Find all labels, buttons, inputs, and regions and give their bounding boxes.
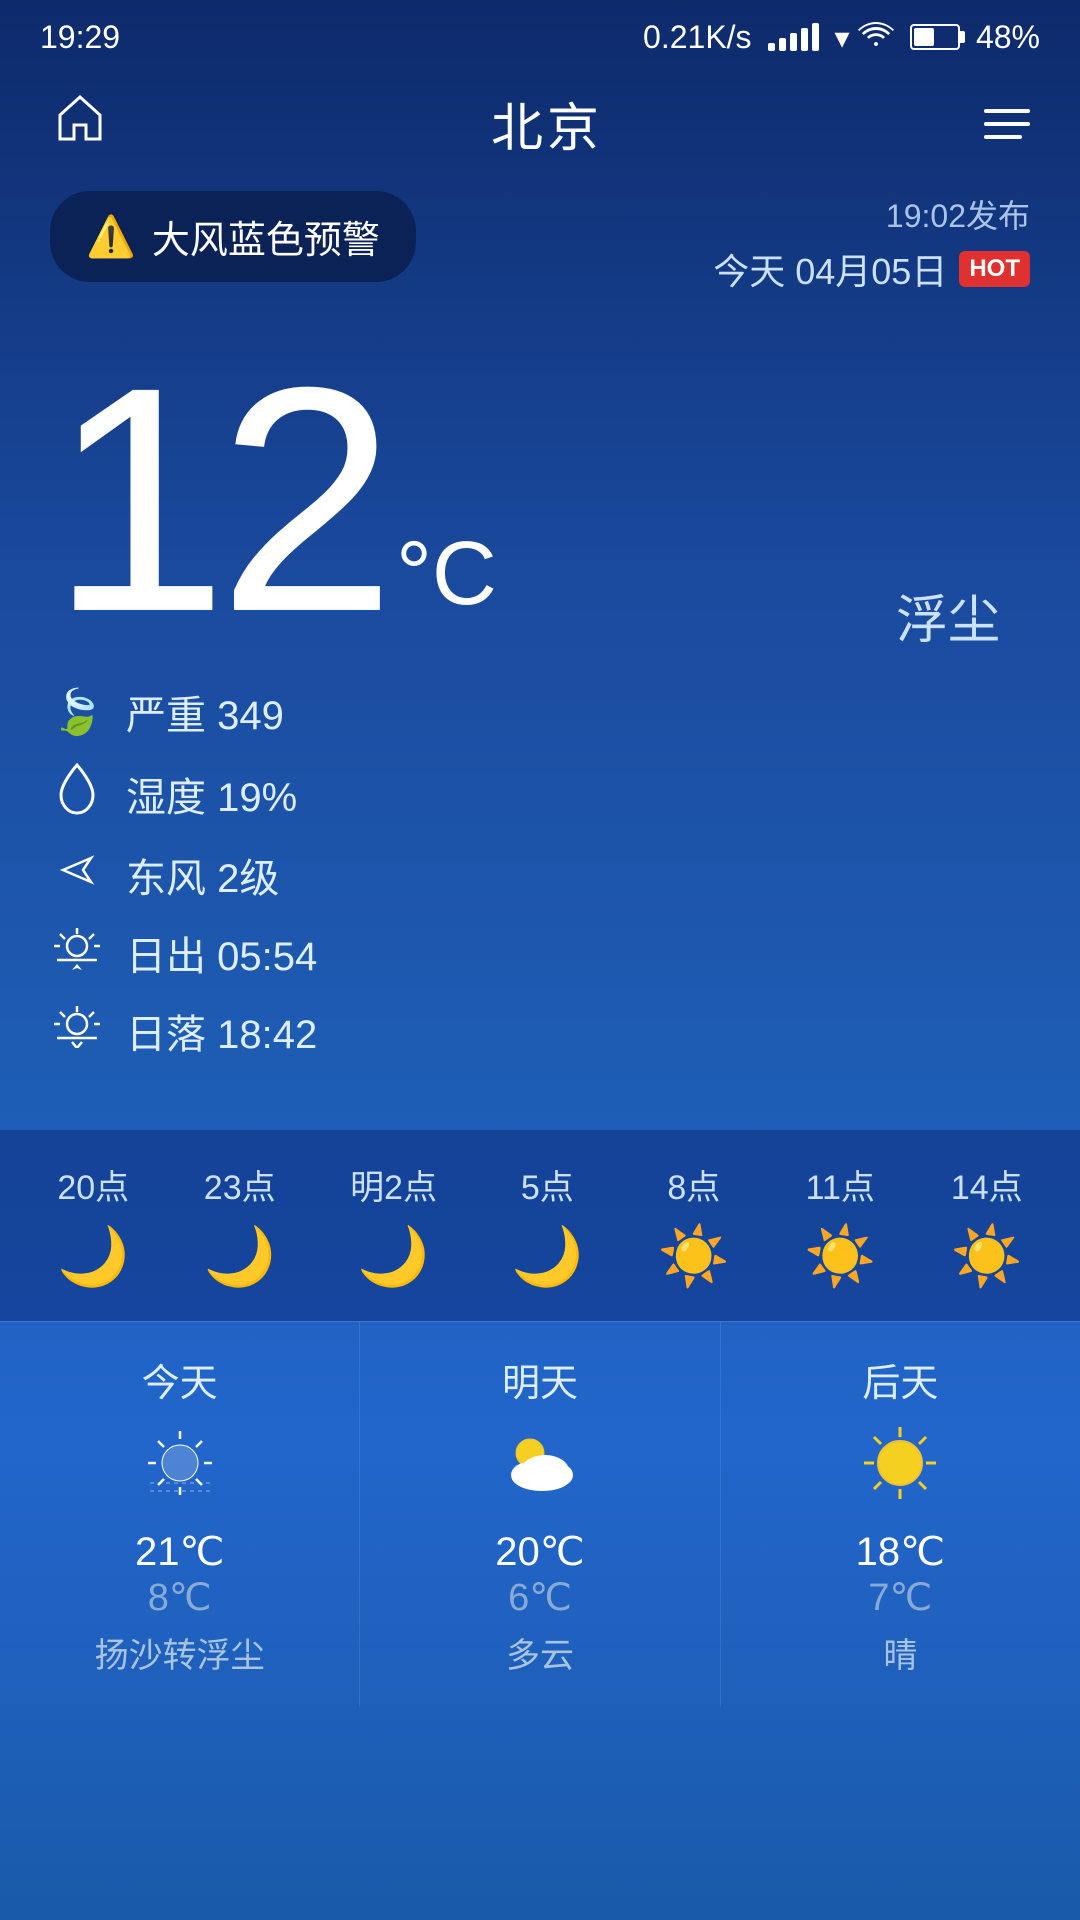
wind-icon xyxy=(50,848,104,903)
hour-item-1: 23点 🌙 xyxy=(204,1160,276,1291)
sunrise-row: 日出 05:54 xyxy=(50,924,1030,982)
forecast-day-after-icon xyxy=(741,1423,1060,1519)
moon-icon-0: 🌙 xyxy=(57,1223,129,1291)
battery-icon xyxy=(910,24,960,50)
sun-times-group: 日出 05:54 日落 18:42 xyxy=(50,924,1030,1060)
hour-item-5: 11点 ☀️ xyxy=(804,1160,876,1291)
forecast-tomorrow-low: 6℃ xyxy=(380,1575,699,1620)
alert-publish-time: 19:02发布 xyxy=(713,191,1030,237)
hour-item-2: 明2点 🌙 xyxy=(350,1160,437,1291)
moon-icon-3: 🌙 xyxy=(511,1223,583,1291)
forecast-today-high: 21℃ xyxy=(20,1529,339,1575)
nav-bar: 北京 xyxy=(0,66,1080,181)
three-day-forecast: 今天 21℃ 8℃ 扬沙转浮尘 明天 xyxy=(0,1321,1080,1707)
humidity-icon xyxy=(50,761,104,826)
wifi-icon: ▾ xyxy=(835,18,894,56)
signal-icon xyxy=(768,23,819,51)
humidity-text: 湿度 19% xyxy=(126,765,297,823)
forecast-today: 今天 21℃ 8℃ 扬沙转浮尘 xyxy=(0,1322,360,1707)
weather-description: 浮尘 xyxy=(896,578,1000,653)
weather-details: 🍃 严重 349 湿度 19% 东风 2级 xyxy=(0,663,1080,1110)
temperature-value: 12 xyxy=(50,355,386,643)
alert-date: 今天 04月05日 xyxy=(713,243,947,295)
sun-icon-6: ☀️ xyxy=(951,1223,1023,1291)
forecast-tomorrow-desc: 多云 xyxy=(380,1628,699,1677)
hour-label-5: 11点 xyxy=(806,1160,875,1209)
hot-badge: HOT xyxy=(959,251,1030,287)
sun-icon-4: ☀️ xyxy=(658,1223,730,1291)
hour-label-0: 20点 xyxy=(57,1160,129,1209)
temperature-unit: °C xyxy=(396,524,497,624)
hour-label-4: 8点 xyxy=(667,1160,720,1209)
forecast-day-after-desc: 晴 xyxy=(741,1628,1060,1677)
forecast-day-after-high: 18℃ xyxy=(741,1529,1060,1575)
forecast-tomorrow-icon xyxy=(380,1423,699,1519)
status-icons: 0.21K/s ▾ 48% xyxy=(643,18,1040,56)
forecast-day-after: 后天 18℃ 7℃ 晴 xyxy=(721,1322,1080,1707)
alert-badge[interactable]: ⚠️ 大风蓝色预警 xyxy=(50,191,416,282)
forecast-day-after-low: 7℃ xyxy=(741,1575,1060,1620)
forecast-today-icon xyxy=(20,1423,339,1519)
air-quality-row: 🍃 严重 349 xyxy=(50,683,1030,741)
wind-text: 东风 2级 xyxy=(126,846,279,904)
battery-percent: 48% xyxy=(976,19,1040,56)
air-quality-icon: 🍃 xyxy=(50,686,104,738)
hour-item-0: 20点 🌙 xyxy=(57,1160,129,1291)
alert-date-row: 今天 04月05日 HOT xyxy=(713,243,1030,295)
alert-text: 大风蓝色预警 xyxy=(152,209,380,264)
sunrise-icon xyxy=(50,926,104,981)
home-button[interactable] xyxy=(50,87,110,160)
hour-label-3: 5点 xyxy=(521,1160,574,1209)
alert-area: ⚠️ 大风蓝色预警 19:02发布 今天 04月05日 HOT xyxy=(0,181,1080,315)
wind-row: 东风 2级 xyxy=(50,846,1030,904)
hour-label-1: 23点 xyxy=(204,1160,276,1209)
forecast-today-low: 8℃ xyxy=(20,1575,339,1620)
sunset-text: 日落 18:42 xyxy=(126,1002,317,1060)
forecast-today-desc: 扬沙转浮尘 xyxy=(20,1628,339,1677)
hourly-forecast: 20点 🌙 23点 🌙 明2点 🌙 5点 🌙 8点 ☀️ 11点 ☀️ 14点 … xyxy=(0,1130,1080,1321)
sunrise-text: 日出 05:54 xyxy=(126,924,317,982)
hour-item-3: 5点 🌙 xyxy=(511,1160,583,1291)
temperature-section: 12°C 浮尘 xyxy=(0,315,1080,663)
sunset-icon xyxy=(50,1004,104,1059)
moon-icon-1: 🌙 xyxy=(204,1223,276,1291)
alert-time-area: 19:02发布 今天 04月05日 HOT xyxy=(713,191,1030,295)
humidity-row: 湿度 19% xyxy=(50,761,1030,826)
forecast-today-label: 今天 xyxy=(20,1352,339,1407)
forecast-tomorrow-label: 明天 xyxy=(380,1352,699,1407)
network-speed: 0.21K/s xyxy=(643,19,752,56)
sun-icon-5: ☀️ xyxy=(804,1223,876,1291)
menu-button[interactable] xyxy=(984,109,1030,139)
status-bar: 19:29 0.21K/s ▾ 48% xyxy=(0,0,1080,66)
city-label: 北京 xyxy=(491,86,603,161)
hour-item-4: 8点 ☀️ xyxy=(658,1160,730,1291)
hour-item-6: 14点 ☀️ xyxy=(951,1160,1023,1291)
sunset-row: 日落 18:42 xyxy=(50,1002,1030,1060)
forecast-day-after-label: 后天 xyxy=(741,1352,1060,1407)
forecast-tomorrow-high: 20℃ xyxy=(380,1529,699,1575)
forecast-tomorrow: 明天 20℃ 6℃ 多云 xyxy=(360,1322,720,1707)
status-time: 19:29 xyxy=(40,19,120,56)
hour-label-6: 14点 xyxy=(951,1160,1023,1209)
moon-icon-2: 🌙 xyxy=(357,1223,429,1291)
warning-icon: ⚠️ xyxy=(86,213,136,260)
hour-label-2: 明2点 xyxy=(350,1160,437,1209)
air-quality-text: 严重 349 xyxy=(126,683,284,741)
